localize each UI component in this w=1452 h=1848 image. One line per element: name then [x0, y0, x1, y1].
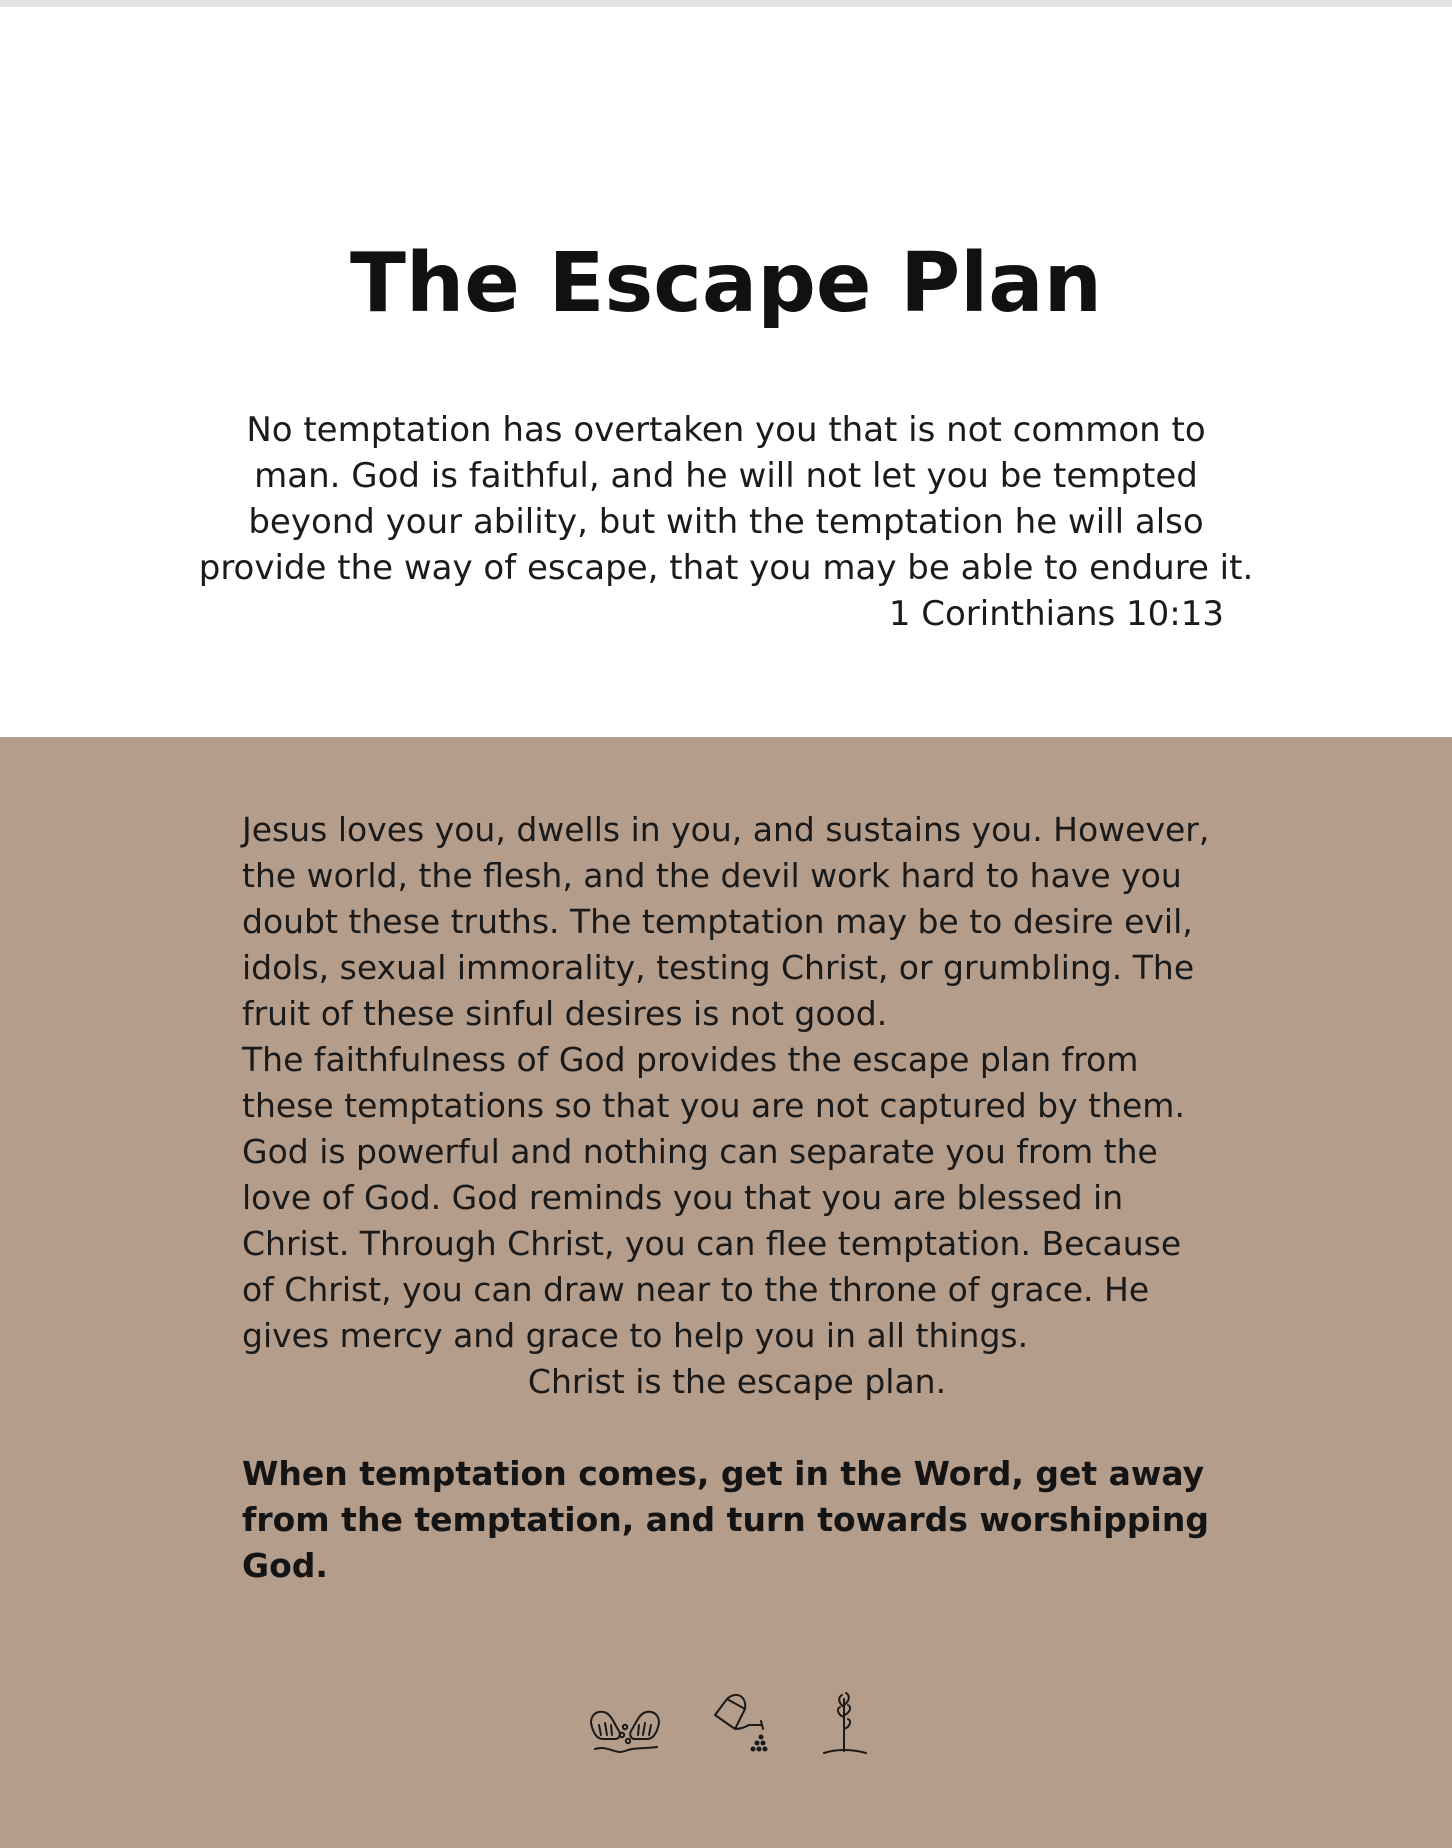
- verse-line: man. God is faithful, and he will not le…: [254, 456, 1198, 496]
- body-line: these temptations so that you are not ca…: [242, 1086, 1185, 1125]
- body-line: fruit of these sinful desires is not goo…: [242, 994, 888, 1033]
- content-section: Jesus loves you, dwells in you, and sust…: [0, 737, 1452, 1848]
- header-section: The Escape Plan No temptation has overta…: [0, 7, 1452, 737]
- verse-line: provide the way of escape, that you may …: [198, 548, 1254, 588]
- closing-line: Christ is the escape plan.: [527, 1362, 947, 1401]
- body-line: Christ. Through Christ, you can flee tem…: [242, 1224, 1182, 1263]
- body-line: Jesus loves you, dwells in you, and sust…: [242, 810, 1210, 849]
- callout-text: When temptation comes, get in the Word, …: [242, 1451, 1242, 1589]
- body-line: God is powerful and nothing can separate…: [242, 1132, 1158, 1171]
- callout-line: When temptation comes, get in the Word, …: [242, 1454, 1205, 1493]
- icon-row: [585, 1685, 867, 1785]
- body-line: idols, sexual immorality, testing Christ…: [242, 948, 1195, 987]
- verse-line: beyond your ability, but with the tempta…: [248, 502, 1204, 542]
- body-line: The faithfulness of God provides the esc…: [242, 1040, 1139, 1079]
- watering-can-icon: [714, 1693, 768, 1752]
- callout-line: from the temptation, and turn towards wo…: [242, 1500, 1209, 1539]
- page: The Escape Plan No temptation has overta…: [0, 0, 1452, 1848]
- body-line: of Christ, you can draw near to the thro…: [242, 1270, 1150, 1309]
- page-title: The Escape Plan: [349, 236, 1102, 331]
- hands-sowing-seeds-icon: [590, 1710, 660, 1753]
- scripture-verse: No temptation has overtaken you that is …: [150, 407, 1302, 591]
- callout-line: God.: [242, 1546, 328, 1585]
- body-line: the world, the flesh, and the devil work…: [242, 856, 1182, 895]
- body-text: Jesus loves you, dwells in you, and sust…: [242, 807, 1242, 1359]
- top-edge-bar: [0, 0, 1452, 7]
- body-line: doubt these truths. The temptation may b…: [242, 902, 1193, 941]
- body-line: love of God. God reminds you that you ar…: [242, 1178, 1124, 1217]
- body-line: gives mercy and grace to help you in all…: [242, 1316, 1029, 1355]
- verse-line: No temptation has overtaken you that is …: [246, 410, 1206, 450]
- sprout-icon: [823, 1692, 867, 1754]
- verse-reference: 1 Corinthians 10:13: [888, 594, 1224, 634]
